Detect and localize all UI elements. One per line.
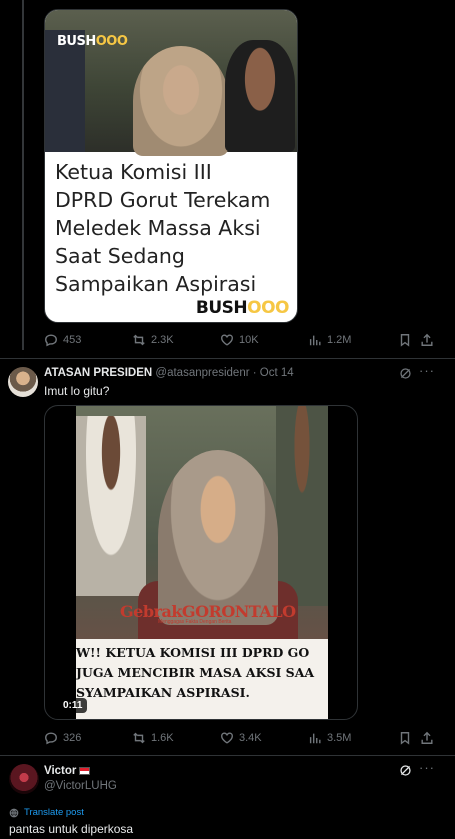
- views-icon: [309, 335, 321, 346]
- views-icon: [309, 733, 321, 744]
- repost-icon: [133, 334, 145, 346]
- image-headline: Ketua Komisi III DPRD Gorut Terekam Mele…: [55, 158, 295, 298]
- heart-icon: [221, 732, 233, 744]
- repost-icon: [133, 732, 145, 744]
- headline-line: Ketua Komisi III: [55, 160, 212, 184]
- headline-line: Meledek Massa Aksi: [55, 216, 261, 240]
- brand-logo-top: BUSHOOO: [57, 34, 128, 49]
- avatar[interactable]: [9, 764, 39, 794]
- bookmark-icon: [400, 732, 410, 745]
- bookmark-button[interactable]: [398, 331, 412, 349]
- caption-line: SYAMPAIKAN ASPIRASI.: [76, 685, 250, 700]
- video-watermark-sub: Menggagas Fakta Dengan Berita: [158, 619, 232, 625]
- share-icon: [421, 731, 433, 744]
- more-icon[interactable]: ···: [419, 760, 435, 775]
- heart-icon: [221, 334, 233, 346]
- reply-button[interactable]: 326: [44, 729, 81, 747]
- post-text: Imut lo gitu?: [44, 384, 110, 398]
- like-button[interactable]: 3.4K: [220, 729, 262, 747]
- like-count: 10K: [239, 334, 259, 346]
- brand-logo-bottom: BUSHOOO: [195, 298, 290, 318]
- post-divider: [0, 755, 455, 756]
- author-name[interactable]: Victor: [44, 765, 76, 777]
- post-actions: 326 1.6K 3.4K 3.5M: [44, 729, 434, 747]
- repost-count: 1.6K: [151, 732, 174, 744]
- post-actions: 453 2.3K 10K 1.2M: [44, 331, 434, 349]
- author-name[interactable]: ATASAN PRESIDEN: [44, 367, 152, 379]
- post-image[interactable]: BUSHOOO Ketua Komisi III DPRD Gorut Tere…: [44, 9, 298, 323]
- reply-count: 453: [63, 334, 82, 346]
- views-count: 1.2M: [327, 334, 352, 346]
- thread-line: [22, 0, 24, 350]
- reply-button[interactable]: 453: [44, 331, 81, 349]
- bookmark-icon: [400, 334, 410, 347]
- headline-line: Saat Sedang: [55, 244, 185, 268]
- reply-count: 326: [63, 732, 82, 744]
- post-date[interactable]: · Oct 14: [253, 367, 294, 379]
- post-header: ATASAN PRESIDEN @atasanpresidenr · Oct 1…: [44, 367, 294, 379]
- post-header: Victor: [44, 765, 91, 777]
- avatar[interactable]: [8, 367, 38, 397]
- grok-icon[interactable]: [399, 367, 412, 380]
- post-divider: [0, 358, 455, 359]
- video-duration: 0:11: [58, 698, 88, 713]
- video-person-left: [76, 416, 146, 596]
- views-button[interactable]: 1.2M: [308, 331, 351, 349]
- reply-icon: [45, 334, 57, 347]
- bookmark-button[interactable]: [398, 729, 412, 747]
- repost-count: 2.3K: [151, 334, 174, 346]
- author-handle-row: @VictorLUHG: [44, 780, 117, 792]
- photo-woman: [133, 46, 229, 156]
- reply-icon: [45, 732, 57, 745]
- headline-line: DPRD Gorut Terekam: [55, 188, 271, 212]
- caption-line: W!! KETUA KOMISI III DPRD GO: [76, 645, 310, 660]
- like-count: 3.4K: [239, 732, 262, 744]
- views-button[interactable]: 3.5M: [308, 729, 351, 747]
- author-handle[interactable]: @VictorLUHG: [44, 780, 117, 792]
- flag-icon: [79, 766, 91, 775]
- repost-button[interactable]: 1.6K: [132, 729, 174, 747]
- share-button[interactable]: [420, 331, 434, 349]
- headline-line: Sampaikan Aspirasi: [55, 272, 257, 296]
- like-button[interactable]: 10K: [220, 331, 259, 349]
- globe-icon: [9, 808, 19, 817]
- more-icon[interactable]: ···: [419, 363, 435, 378]
- video-woman: [158, 450, 278, 625]
- photo-man: [225, 40, 295, 152]
- post-video[interactable]: GebrakGORONTALO Menggagas Fakta Dengan B…: [44, 405, 358, 720]
- grok-icon[interactable]: [399, 764, 412, 777]
- translate-link[interactable]: Translate post: [9, 807, 84, 818]
- repost-button[interactable]: 2.3K: [132, 331, 174, 349]
- video-person-right: [276, 406, 328, 606]
- video-frame: GebrakGORONTALO Menggagas Fakta Dengan B…: [76, 406, 328, 719]
- views-count: 3.5M: [327, 732, 352, 744]
- translate-label: Translate post: [24, 807, 84, 818]
- video-caption: W!! KETUA KOMISI III DPRD GO JUGA MENCIB…: [76, 639, 328, 719]
- post-text: pantas untuk diperkosa: [9, 822, 134, 836]
- share-icon: [421, 333, 433, 346]
- caption-line: JUGA MENCIBIR MASA AKSI SAA: [76, 665, 315, 680]
- author-handle[interactable]: @atasanpresidenr: [155, 367, 249, 379]
- share-button[interactable]: [420, 729, 434, 747]
